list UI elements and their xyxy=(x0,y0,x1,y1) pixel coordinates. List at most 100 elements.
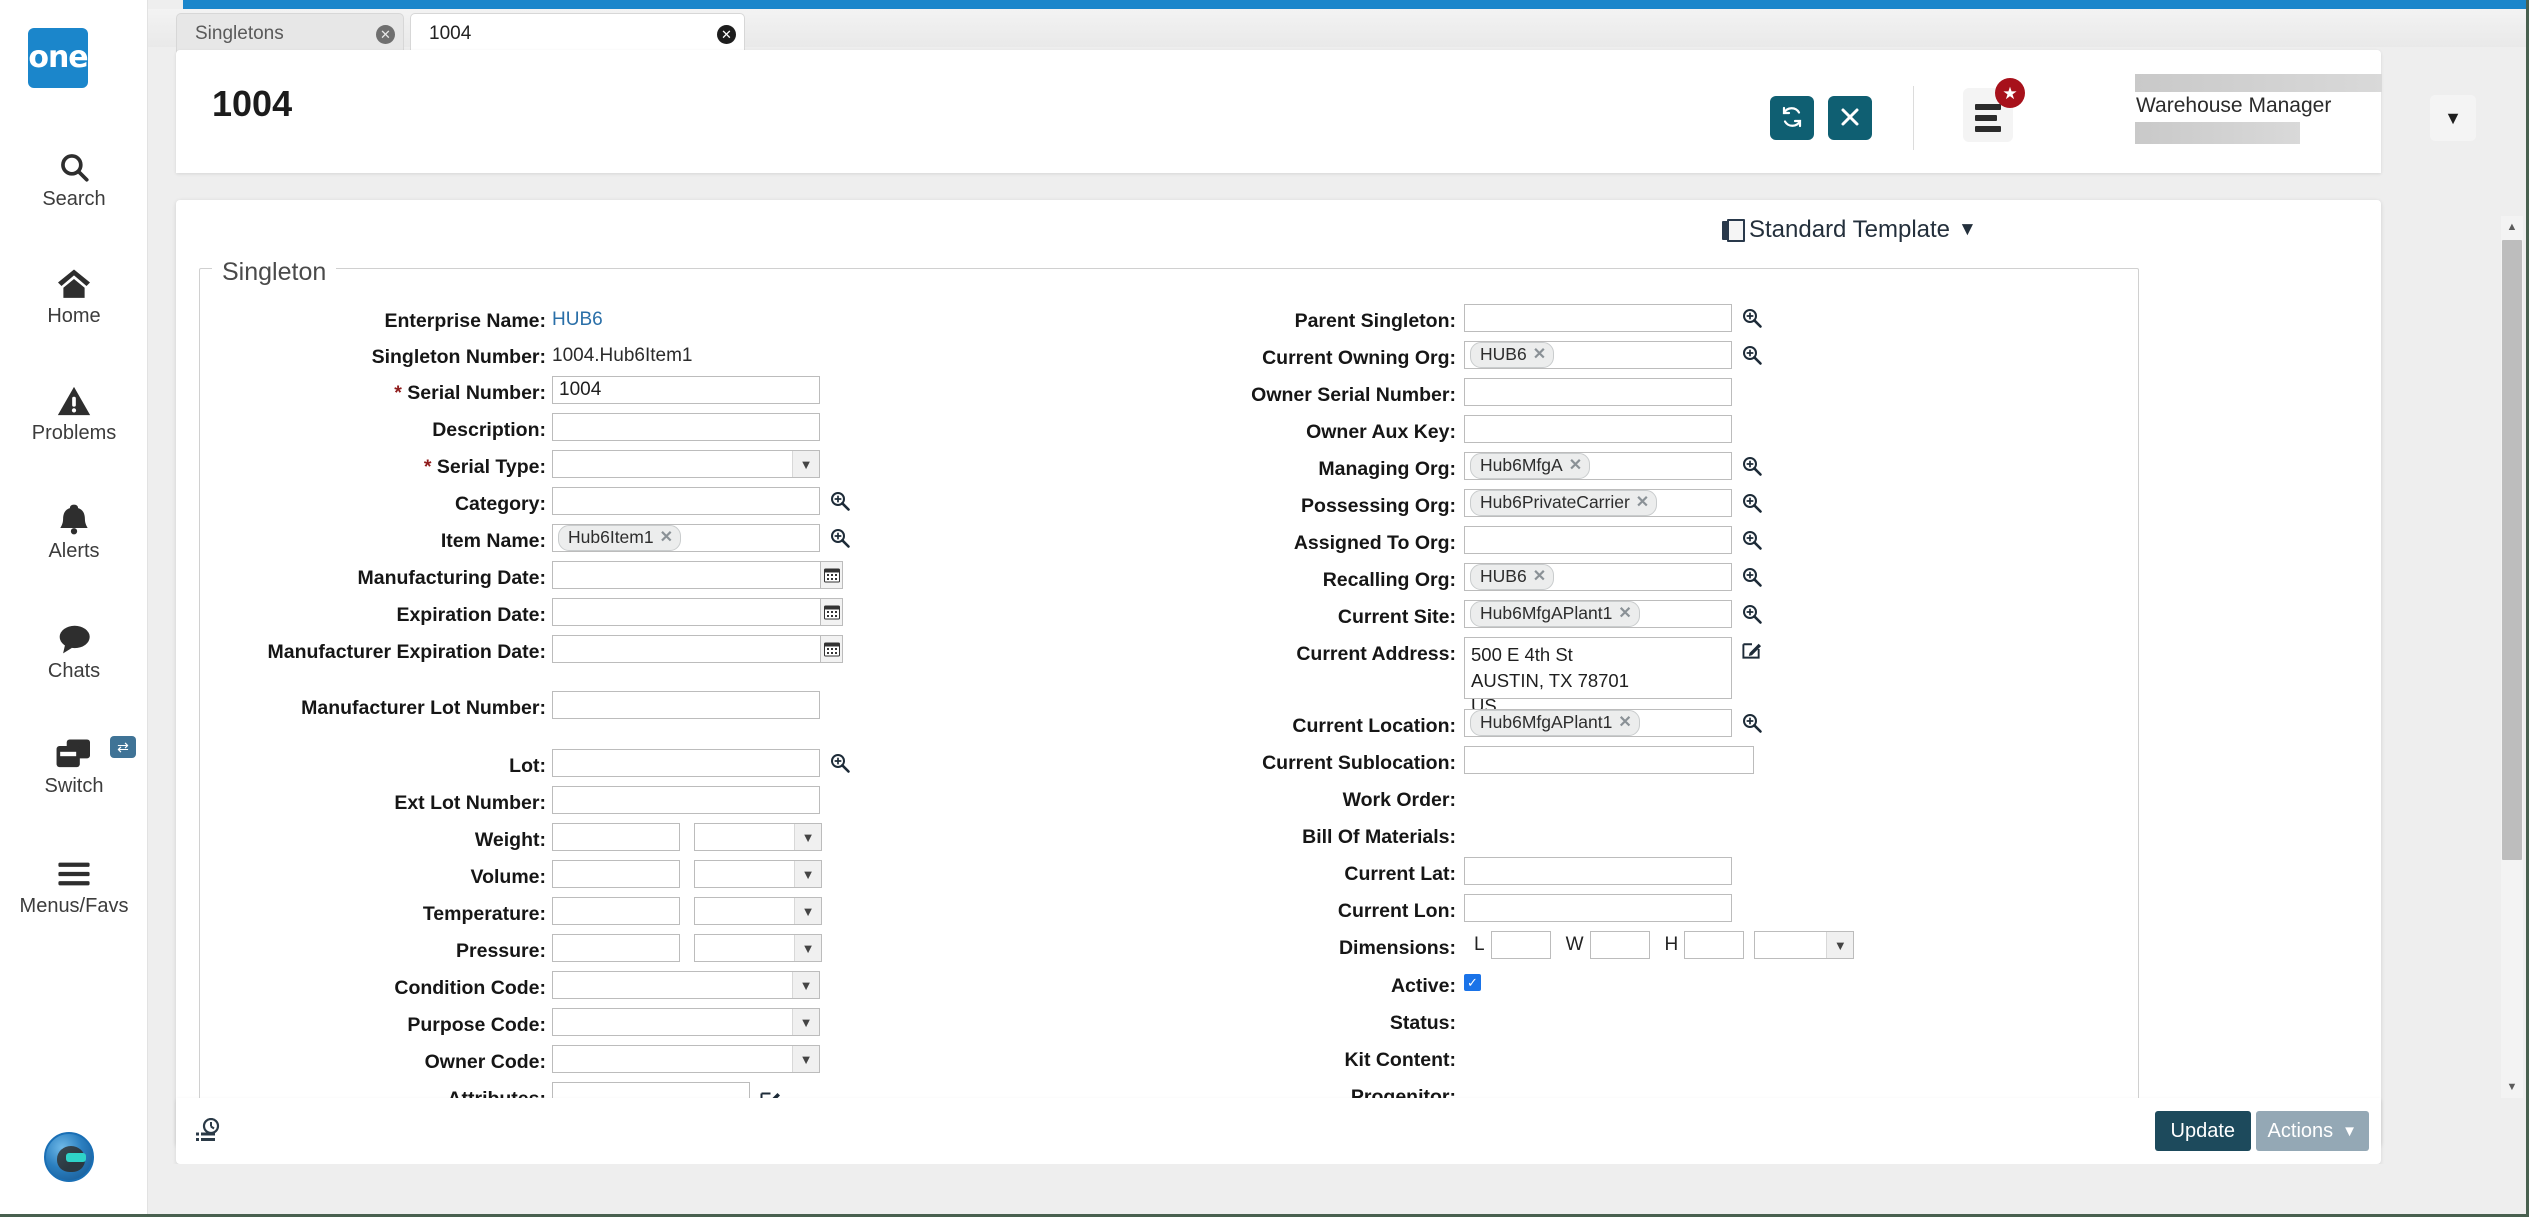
category-input[interactable] xyxy=(552,487,820,515)
sidebar-item-search[interactable]: Search xyxy=(0,148,148,211)
dimension-length-input[interactable] xyxy=(1490,931,1551,959)
chip-remove-icon[interactable]: ✕ xyxy=(1636,493,1649,513)
field-label: Active xyxy=(1390,975,1450,997)
expiration-date-input[interactable] xyxy=(552,598,820,626)
manufacturing-date-input[interactable] xyxy=(552,561,820,589)
chip-item-name[interactable]: Hub6Item1 ✕ xyxy=(558,524,682,552)
chip-remove-icon[interactable]: ✕ xyxy=(1618,713,1631,733)
search-lookup-icon[interactable] xyxy=(1741,344,1763,366)
owner-code-select[interactable]: ▼ xyxy=(552,1045,820,1073)
search-lookup-icon[interactable] xyxy=(1741,712,1763,734)
search-lookup-icon[interactable] xyxy=(1741,307,1763,329)
weight-value-input[interactable] xyxy=(552,823,680,851)
favorites-star-badge-icon[interactable]: ★ xyxy=(1995,78,2025,108)
sidebar-item-chats[interactable]: Chats xyxy=(0,620,148,683)
field-current-site: Current Site: Hub6MfgAPlant1 ✕ xyxy=(1166,600,2146,637)
enterprise-name-value[interactable]: HUB6 xyxy=(552,304,603,331)
lot-input[interactable] xyxy=(552,749,820,777)
ext-lot-number-input[interactable] xyxy=(552,786,820,814)
item-name-input[interactable]: Hub6Item1 ✕ xyxy=(552,524,820,552)
chip-remove-icon[interactable]: ✕ xyxy=(1533,567,1546,587)
app-logo[interactable]: one xyxy=(28,28,89,88)
search-lookup-icon[interactable] xyxy=(1741,529,1763,551)
chip-current-owning-org[interactable]: HUB6 ✕ xyxy=(1470,341,1555,369)
update-button[interactable]: Update xyxy=(2154,1111,2251,1151)
history-log-icon[interactable] xyxy=(194,1117,222,1144)
sidebar-item-home[interactable]: Home xyxy=(0,265,148,328)
refresh-button[interactable] xyxy=(1770,96,1814,140)
edit-pencil-icon[interactable] xyxy=(1741,639,1762,660)
chip-recalling-org[interactable]: HUB6 ✕ xyxy=(1470,563,1555,591)
sidebar-item-problems[interactable]: Problems xyxy=(0,382,148,445)
serial-type-select[interactable]: ▼ xyxy=(552,450,820,478)
dimension-width-input[interactable] xyxy=(1589,931,1650,959)
search-lookup-icon[interactable] xyxy=(1741,492,1763,514)
parent-singleton-input[interactable] xyxy=(1464,304,1732,332)
chip-current-site[interactable]: Hub6MfgAPlant1 ✕ xyxy=(1470,600,1640,628)
search-lookup-icon[interactable] xyxy=(1741,603,1763,625)
manufacturer-lot-number-input[interactable] xyxy=(552,691,820,719)
description-input[interactable] xyxy=(552,413,820,441)
search-lookup-icon[interactable] xyxy=(829,490,851,512)
close-icon[interactable]: ✕ xyxy=(717,24,736,44)
chip-remove-icon[interactable]: ✕ xyxy=(1533,345,1546,365)
calendar-icon[interactable] xyxy=(820,561,843,589)
owner-aux-key-input[interactable] xyxy=(1464,415,1732,443)
scrollbar-thumb[interactable] xyxy=(2502,240,2522,860)
switch-toggle-badge-icon[interactable]: ⇄ xyxy=(110,736,136,758)
search-lookup-icon[interactable] xyxy=(1741,566,1763,588)
serial-number-input[interactable]: 1004 xyxy=(552,376,820,404)
volume-value-input[interactable] xyxy=(552,860,680,888)
pressure-value-input[interactable] xyxy=(552,934,680,962)
search-lookup-icon[interactable] xyxy=(829,752,851,774)
search-lookup-icon[interactable] xyxy=(1741,455,1763,477)
scroll-up-arrow-icon[interactable]: ▲ xyxy=(2501,216,2523,238)
current-lon-input[interactable] xyxy=(1464,894,1732,922)
condition-code-select[interactable]: ▼ xyxy=(552,971,820,999)
close-record-button[interactable] xyxy=(1828,96,1872,140)
weight-uom-select[interactable]: ▼ xyxy=(694,823,822,851)
purpose-code-select[interactable]: ▼ xyxy=(552,1008,820,1036)
field-purpose-code: Purpose Code: ▼ xyxy=(236,1008,996,1045)
current-location-input[interactable]: Hub6MfgAPlant1 ✕ xyxy=(1464,709,1732,737)
tab-singletons[interactable]: Singletons ✕ xyxy=(176,13,404,54)
scroll-down-arrow-icon[interactable]: ▼ xyxy=(2501,1076,2523,1098)
dimension-height-input[interactable] xyxy=(1684,931,1745,959)
field-label: Manufacturer Expiration Date xyxy=(267,641,540,663)
volume-uom-select[interactable]: ▼ xyxy=(694,860,822,888)
calendar-icon[interactable] xyxy=(820,635,843,663)
current-sublocation-input[interactable] xyxy=(1464,746,1754,774)
current-owning-org-input[interactable]: HUB6 ✕ xyxy=(1464,341,1732,369)
chip-possessing-org[interactable]: Hub6PrivateCarrier ✕ xyxy=(1470,489,1658,517)
avatar[interactable] xyxy=(44,1132,94,1182)
temperature-uom-select[interactable]: ▼ xyxy=(694,897,822,925)
sidebar-item-alerts[interactable]: Alerts xyxy=(0,500,148,563)
close-icon[interactable]: ✕ xyxy=(376,24,395,44)
tab-1004[interactable]: 1004 ✕ xyxy=(410,13,745,54)
possessing-org-input[interactable]: Hub6PrivateCarrier ✕ xyxy=(1464,489,1732,517)
chip-remove-icon[interactable]: ✕ xyxy=(1618,604,1631,624)
owner-serial-number-input[interactable] xyxy=(1464,378,1732,406)
current-address-value[interactable]: 500 E 4th St AUSTIN, TX 78701 US xyxy=(1464,637,1732,716)
actions-button[interactable]: Actions ▼ xyxy=(2255,1111,2369,1151)
recalling-org-input[interactable]: HUB6 ✕ xyxy=(1464,563,1732,591)
current-lat-input[interactable] xyxy=(1464,857,1732,885)
calendar-icon[interactable] xyxy=(820,598,843,626)
user-menu-chevron-down-icon[interactable]: ▼ xyxy=(2430,95,2476,141)
content-vertical-scrollbar[interactable]: ▲ ▼ xyxy=(2501,216,2523,1098)
chip-remove-icon[interactable]: ✕ xyxy=(660,528,673,548)
chip-managing-org[interactable]: Hub6MfgA ✕ xyxy=(1470,452,1591,480)
search-lookup-icon[interactable] xyxy=(829,527,851,549)
chip-current-location[interactable]: Hub6MfgAPlant1 ✕ xyxy=(1470,709,1640,737)
sidebar-item-menus-favs[interactable]: Menus/Favs xyxy=(0,855,148,918)
managing-org-input[interactable]: Hub6MfgA ✕ xyxy=(1464,452,1732,480)
pressure-uom-select[interactable]: ▼ xyxy=(694,934,822,962)
chip-remove-icon[interactable]: ✕ xyxy=(1569,456,1582,476)
active-checkbox[interactable]: ✓ xyxy=(1464,974,1481,991)
template-selector[interactable]: Standard Template ▼ xyxy=(1722,216,1977,244)
manufacturer-expiration-date-input[interactable] xyxy=(552,635,820,663)
dimension-uom-select[interactable]: ▼ xyxy=(1754,931,1855,959)
temperature-value-input[interactable] xyxy=(552,897,680,925)
current-site-input[interactable]: Hub6MfgAPlant1 ✕ xyxy=(1464,600,1732,628)
assigned-to-org-input[interactable] xyxy=(1464,526,1732,554)
